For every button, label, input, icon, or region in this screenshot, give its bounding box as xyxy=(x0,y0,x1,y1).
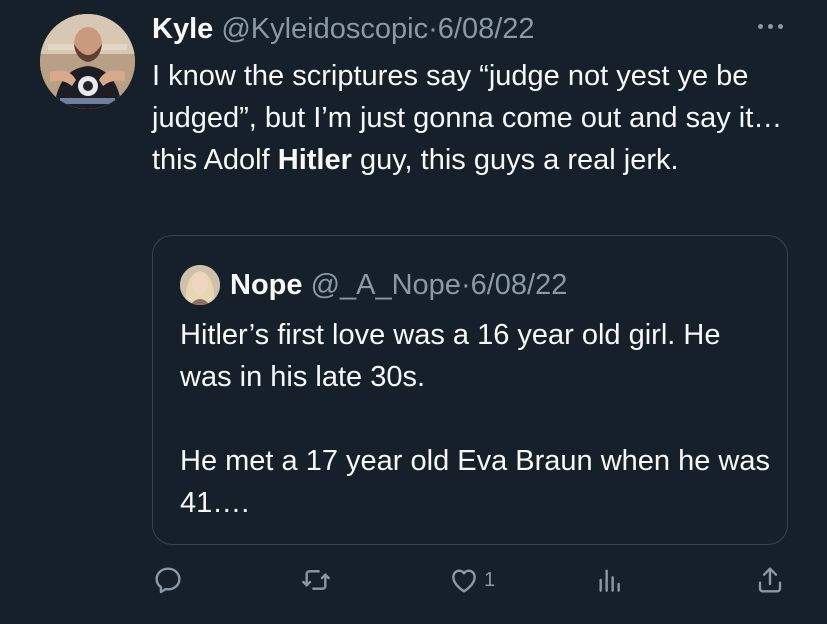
avatar[interactable] xyxy=(40,14,135,109)
header-separator: · xyxy=(428,13,438,45)
quote-header: Nope @_A_Nope·6/08/22 xyxy=(230,266,567,304)
quote-avatar[interactable] xyxy=(180,265,220,305)
views-button[interactable] xyxy=(594,560,626,600)
like-count: 1 xyxy=(484,568,496,591)
reply-button[interactable] xyxy=(152,560,184,600)
tweet-text-part2: guy, this guys a real jerk. xyxy=(351,144,679,176)
tweet-text-bold: Hitler xyxy=(277,144,352,176)
heart-icon xyxy=(452,569,476,593)
quote-separator: · xyxy=(460,269,471,301)
quote-avatar-image xyxy=(180,265,220,305)
author-handle[interactable]: @Kyleidoscopic xyxy=(221,13,428,45)
retweet-icon xyxy=(302,570,330,590)
tweet-date[interactable]: 6/08/22 xyxy=(438,13,535,45)
quote-text: Hitler’s first love was a 16 year old gi… xyxy=(180,314,770,524)
share-icon xyxy=(758,567,782,593)
reply-icon xyxy=(155,567,181,594)
action-bar: 1 xyxy=(0,560,827,600)
quoted-tweet[interactable]: Nope @_A_Nope·6/08/22 Hitler’s first lov… xyxy=(152,235,788,545)
tweet-header: Kyle @Kyleidoscopic·6/08/22 xyxy=(152,10,535,48)
quote-date[interactable]: 6/08/22 xyxy=(471,269,568,301)
quote-author-handle[interactable]: @_A_Nope xyxy=(311,269,461,301)
more-options-icon[interactable] xyxy=(752,14,788,38)
retweet-button[interactable] xyxy=(300,560,332,600)
analytics-icon xyxy=(599,569,620,592)
share-button[interactable] xyxy=(754,560,786,600)
quote-author-name[interactable]: Nope xyxy=(230,269,303,301)
quote-paragraph-1: Hitler’s first love was a 16 year old gi… xyxy=(180,319,721,393)
tweet-text: I know the scriptures say “judge not yes… xyxy=(152,55,797,181)
quote-paragraph-2: He met a 17 year old Eva Braun when he w… xyxy=(180,445,770,519)
avatar-image xyxy=(40,14,135,109)
like-button[interactable]: 1 xyxy=(448,560,495,600)
author-name[interactable]: Kyle xyxy=(152,13,213,45)
